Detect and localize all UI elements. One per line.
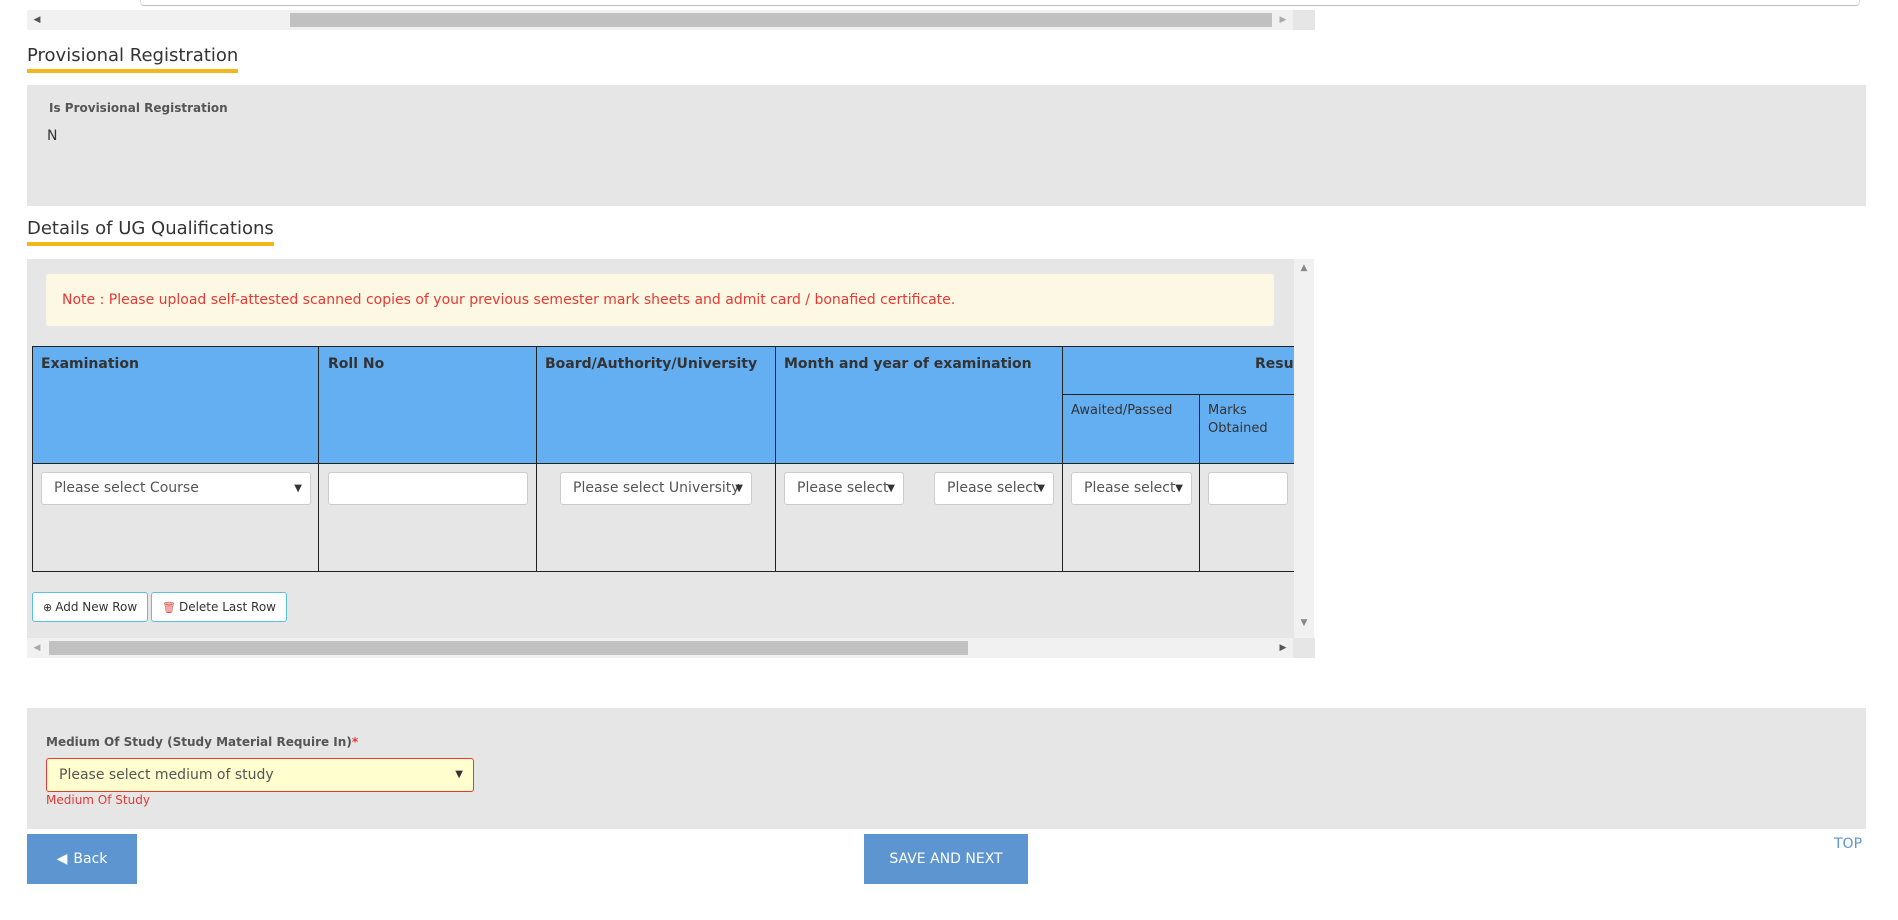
back-label: Back [73,851,108,867]
medium-error: Medium Of Study [46,793,150,807]
medium-select[interactable]: Please select medium of study ▼ [46,758,474,792]
ug-table: Examination Roll No Board/Authority/Univ… [32,346,1294,572]
caret-down-icon: ▼ [735,483,743,494]
scroll-left-arrow-icon[interactable]: ◀ [27,10,47,30]
plus-circle-icon: ⊕ [43,601,53,614]
caret-down-icon: ▼ [455,769,463,780]
university-select[interactable]: Please select University ▼ [560,472,752,505]
result-subheader-divider [1062,394,1294,395]
ug-vertical-scrollbar[interactable]: ▲ ▼ [1294,259,1314,638]
year-select[interactable]: Please select ▼ [934,472,1054,505]
provisional-value: N [47,128,58,144]
medium-label: Medium Of Study (Study Material Require … [46,735,358,749]
th-awaited-passed: Awaited/Passed [1071,403,1173,418]
ug-note: Note : Please upload self-attested scann… [46,274,1274,326]
th-roll-no: Roll No [328,356,385,372]
scrollbar-corner [1293,638,1315,658]
scroll-right-arrow-icon[interactable]: ▶ [1273,10,1293,30]
th-result: Result [1255,356,1294,372]
circle-arrow-left-icon: ◀ [56,851,68,867]
caret-down-icon: ▼ [1037,483,1045,494]
provisional-panel: Is Provisional Registration N [27,85,1866,206]
browser-edge [140,0,1860,6]
month-select[interactable]: Please select ▼ [784,472,904,505]
scroll-up-arrow-icon[interactable]: ▲ [1294,263,1314,273]
provisional-section-title: Provisional Registration [27,45,239,73]
ug-horizontal-scrollbar[interactable]: ◀ ▶ [27,638,1315,658]
col-divider [536,346,537,572]
th-marks-obtained: Marks Obtained [1208,403,1268,436]
scrollbar-corner [1293,10,1315,30]
course-select[interactable]: Please select Course ▼ [41,472,311,505]
ug-section-title: Details of UG Qualifications [27,218,274,246]
month-select-value: Please select [797,480,889,496]
delete-row-label: Delete Last Row [178,600,276,614]
delete-row-button[interactable]: 🗑 Delete Last Row [151,592,287,622]
top-horizontal-scrollbar[interactable]: ◀ ▶ [27,10,1315,30]
provisional-label: Is Provisional Registration [49,101,228,115]
col-divider [1199,394,1200,572]
university-select-value: Please select University [573,480,740,496]
scrollbar-thumb[interactable] [49,641,968,655]
add-row-label: Add New Row [55,600,138,614]
caret-down-icon: ▼ [294,483,302,494]
required-mark: * [351,735,359,749]
roll-no-input[interactable] [328,472,528,505]
top-link[interactable]: TOP [1834,836,1862,852]
medium-select-value: Please select medium of study [59,767,274,783]
trash-icon: 🗑 [162,601,176,614]
th-examination: Examination [41,356,139,372]
save-and-next-button[interactable]: SAVE AND NEXT [864,834,1028,884]
marks-obtained-input[interactable] [1208,472,1288,505]
th-board: Board/Authority/University [545,356,758,372]
awaited-passed-select[interactable]: Please select ▼ [1071,472,1192,505]
scroll-down-arrow-icon[interactable]: ▼ [1294,618,1314,628]
scroll-right-arrow-icon[interactable]: ▶ [1273,638,1293,658]
caret-down-icon: ▼ [1175,483,1183,494]
course-select-value: Please select Course [54,480,199,496]
year-select-value: Please select [947,480,1039,496]
col-divider [775,346,776,572]
th-month-year: Month and year of examination [784,356,1032,372]
scroll-left-arrow-icon[interactable]: ◀ [27,638,47,658]
awaited-select-value: Please select [1084,480,1176,496]
scrollbar-thumb[interactable] [290,13,1272,27]
back-button[interactable]: ◀ Back [27,834,137,884]
add-row-button[interactable]: ⊕ Add New Row [32,592,149,622]
caret-down-icon: ▼ [887,483,895,494]
medium-label-text: Medium Of Study (Study Material Require … [46,735,352,749]
col-divider [1062,346,1063,572]
col-divider [318,346,319,572]
